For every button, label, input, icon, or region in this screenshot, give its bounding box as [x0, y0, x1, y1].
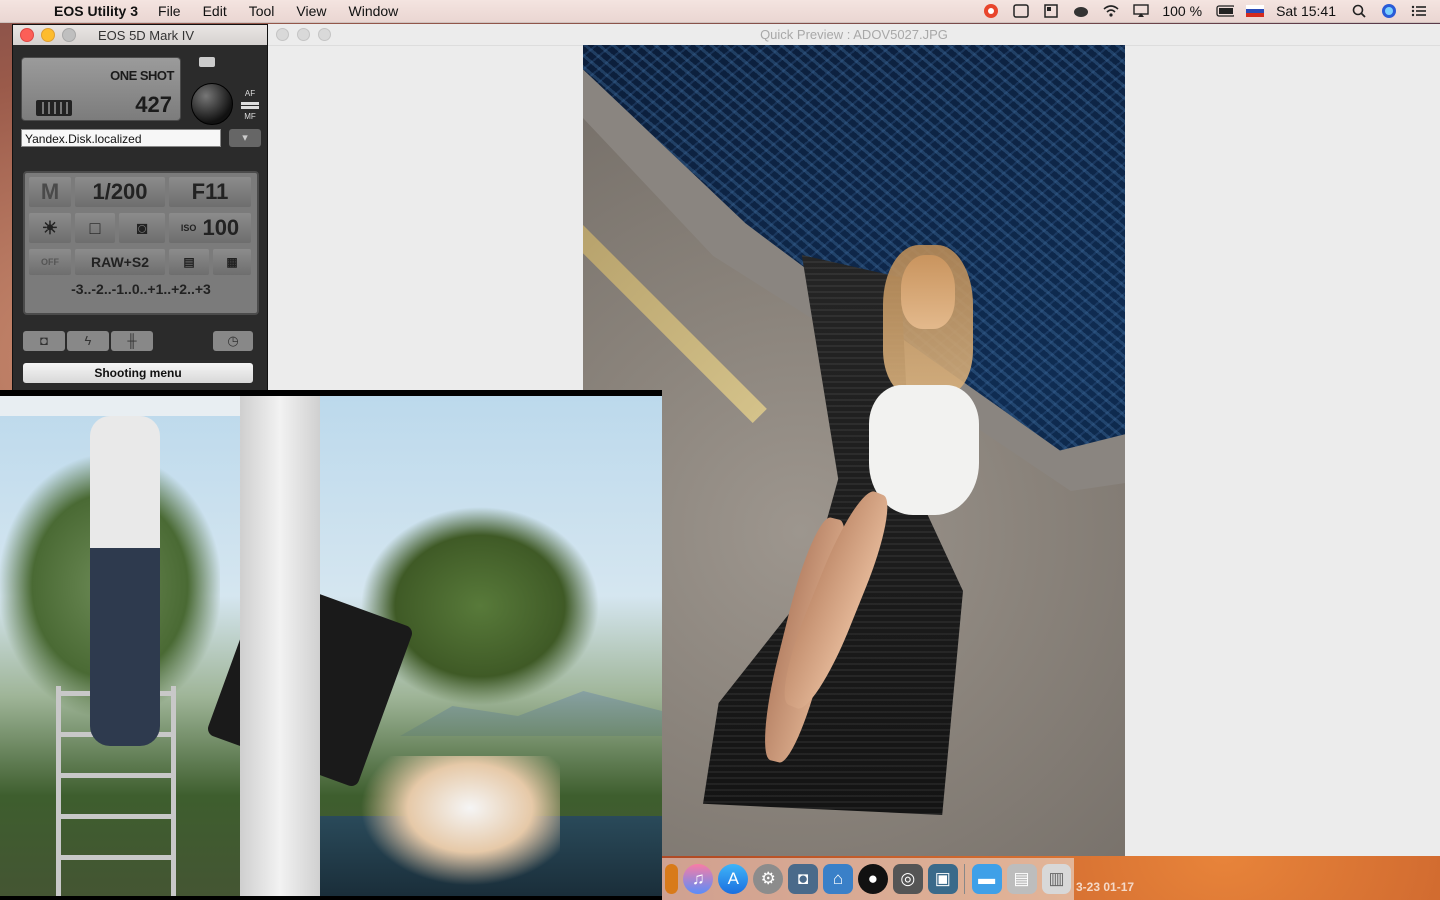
- folder-menu-button[interactable]: ▾: [229, 129, 261, 147]
- folder-icon[interactable]: ▬: [971, 864, 1002, 894]
- destination-folder-field[interactable]: Yandex.Disk.localized: [21, 129, 221, 147]
- switch-bar: [241, 102, 259, 105]
- eos-utility-icon[interactable]: ◘: [788, 864, 819, 894]
- af-operation-mode: ONE SHOT: [110, 68, 174, 83]
- flash-icon[interactable]: ϟ: [67, 331, 109, 351]
- iso-label: ISO: [180, 223, 197, 233]
- input-flag-icon[interactable]: [1246, 4, 1265, 18]
- menu-window[interactable]: Window: [349, 3, 399, 19]
- siri-icon[interactable]: [1380, 4, 1398, 18]
- picture-style-off-icon[interactable]: OFF: [29, 249, 71, 275]
- menu-edit[interactable]: Edit: [203, 3, 227, 19]
- quick-preview-titlebar[interactable]: Quick Preview : ADOV5027.JPG: [268, 24, 1440, 46]
- camera-panel-titlebar[interactable]: EOS 5D Mark IV: [13, 25, 267, 45]
- dock-app-icon[interactable]: [664, 864, 679, 894]
- status-area: 100 % Sat 15:41: [982, 0, 1440, 22]
- notification-center-icon[interactable]: [1410, 4, 1428, 18]
- camera-dial-icon[interactable]: [191, 83, 233, 125]
- timer-icon[interactable]: ◷: [213, 331, 253, 351]
- wifi-icon[interactable]: [1102, 4, 1120, 18]
- exposure-scale: -3..-2..-1..0..+1..+2..+3: [71, 281, 211, 297]
- screen-share-icon[interactable]: [1012, 4, 1030, 18]
- clock[interactable]: Sat 15:41: [1276, 3, 1336, 19]
- quick-preview-title: Quick Preview : ADOV5027.JPG: [760, 27, 948, 42]
- close-button[interactable]: [20, 28, 34, 42]
- iso-value: 100: [202, 215, 240, 240]
- preview-icon[interactable]: ⌂: [823, 864, 853, 894]
- video-roof: [0, 396, 240, 416]
- camera-connect-icon[interactable]: ●: [857, 864, 888, 894]
- camera-control-panel: EOS 5D Mark IV ONE SHOT 427 AF MF Yandex…: [12, 24, 268, 392]
- tools-icon[interactable]: ╫: [111, 331, 153, 351]
- spotlight-search-icon[interactable]: [1350, 4, 1368, 18]
- cloud-sync-icon[interactable]: [1072, 4, 1090, 18]
- menu-tool[interactable]: Tool: [249, 3, 275, 19]
- menu-file[interactable]: File: [158, 3, 181, 19]
- photo-model-swimsuit: [869, 385, 979, 515]
- panel-toolbar: ◘ ϟ ╫ ◷: [23, 331, 255, 351]
- zoom-button[interactable]: [62, 28, 76, 42]
- battery-icon[interactable]: [1216, 4, 1235, 18]
- record-icon[interactable]: [982, 4, 1000, 18]
- transfer-utility-icon[interactable]: ▣: [927, 864, 958, 894]
- battery-level-icon: [36, 100, 72, 116]
- photo-model-head: [901, 255, 955, 329]
- aperture-value[interactable]: F11: [169, 177, 251, 207]
- iso-setting[interactable]: ISO 100: [169, 213, 251, 243]
- battery-percent: 100 %: [1162, 3, 1203, 19]
- raw-jpeg-icon[interactable]: ▦: [213, 249, 251, 275]
- metering-mode-icon[interactable]: ◙: [119, 213, 165, 243]
- menu-bar: EOS Utility 3 File Edit Tool View Window…: [0, 0, 1440, 23]
- itunes-icon[interactable]: ♫: [683, 864, 714, 894]
- desktop-file-label[interactable]: 3-23 01-17: [1076, 880, 1134, 894]
- video-frame: [0, 396, 662, 896]
- shooting-mode[interactable]: M: [29, 177, 71, 207]
- top-lcd-display: ONE SHOT 427: [21, 57, 181, 121]
- card-icon: [199, 57, 215, 67]
- downloads-stack-icon[interactable]: ▤: [1006, 864, 1037, 894]
- switch-bar: [241, 106, 259, 109]
- dock: ♫ A ⚙ ◘ ⌂ ● ◎ ▣ ▬ ▤ ▥: [662, 858, 1074, 900]
- video-photographer: [90, 416, 160, 746]
- video-model: [360, 756, 560, 886]
- preview-photo: [583, 45, 1125, 856]
- shutter-speed[interactable]: 1/200: [75, 177, 165, 207]
- settings-lcd: M 1/200 F11 ☀ □ ◙ ISO 100 OFF RAW+S2 ▤ ▦…: [23, 171, 259, 315]
- video-pillar: [240, 396, 320, 896]
- white-balance-sun-icon[interactable]: ☀: [29, 213, 71, 243]
- shooting-menu-button[interactable]: Shooting menu: [23, 363, 253, 383]
- system-preferences-icon[interactable]: ⚙: [753, 864, 784, 894]
- video-overlay: [0, 390, 662, 900]
- image-quality[interactable]: RAW+S2: [75, 249, 165, 275]
- airplay-icon[interactable]: [1132, 4, 1150, 18]
- app-store-icon[interactable]: A: [718, 864, 749, 894]
- af-mf-switch[interactable]: AF MF: [239, 87, 261, 124]
- app-grid-icon[interactable]: [1042, 4, 1060, 18]
- camera-settings-icon[interactable]: ◘: [23, 331, 65, 351]
- shots-remaining: 427: [135, 92, 172, 117]
- camera-model-title: EOS 5D Mark IV: [98, 27, 195, 43]
- menu-app-name[interactable]: EOS Utility 3: [54, 3, 138, 19]
- menu-view[interactable]: View: [296, 3, 326, 19]
- dock-separator: [964, 864, 966, 894]
- jpeg-transfer-icon[interactable]: ▤: [169, 249, 209, 275]
- drive-mode-single-icon[interactable]: □: [75, 213, 115, 243]
- af-label: AF: [244, 89, 256, 98]
- minimize-button[interactable]: [41, 28, 55, 42]
- mf-label: MF: [244, 112, 256, 121]
- trash-icon[interactable]: ▥: [1041, 864, 1072, 894]
- lens-utility-icon[interactable]: ◎: [892, 864, 923, 894]
